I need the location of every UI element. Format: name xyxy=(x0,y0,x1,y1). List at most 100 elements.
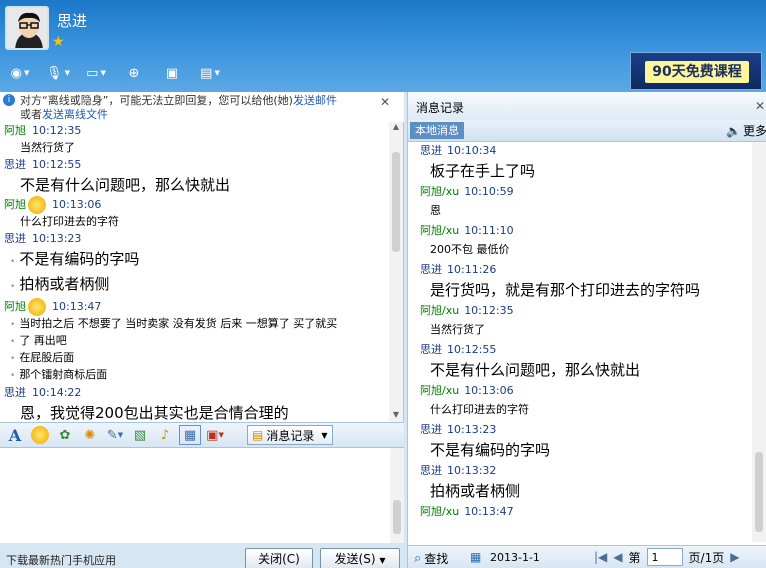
more-button[interactable]: 🔈 更多 xyxy=(726,122,766,139)
video-call-button[interactable]: ◉ ▼ xyxy=(4,62,36,84)
message-header: 阿旭 10:12:35 xyxy=(4,122,390,140)
send-button[interactable]: 发送(S) ▼ xyxy=(320,548,400,568)
promo-banner[interactable]: 90天免费课程 xyxy=(630,52,762,90)
music-icon[interactable]: ♪ xyxy=(154,425,176,445)
vibrate-icon[interactable]: ✺ xyxy=(79,425,101,445)
close-icon[interactable]: ✕ xyxy=(380,95,390,109)
history-scrollbar[interactable] xyxy=(752,142,766,542)
chevron-down-icon: ▼ xyxy=(321,430,328,440)
message-sender[interactable]: 阿旭/xu xyxy=(420,185,459,198)
message-time: 10:13:06 xyxy=(52,198,102,211)
screenshot-icon[interactable]: ▦ xyxy=(179,425,201,445)
history-message-header: 思进 10:10:34 xyxy=(420,142,753,159)
scroll-up-icon[interactable]: ▲ xyxy=(389,122,403,134)
calendar-icon[interactable]: ▦ xyxy=(470,550,481,564)
history-date[interactable]: 2013-1-1 xyxy=(490,551,540,564)
app-menu-button[interactable]: ▤ ▼ xyxy=(194,62,226,84)
message-sender[interactable]: 思进 xyxy=(420,343,442,356)
message-time: 10:12:35 xyxy=(464,304,514,317)
add-user-icon: ⊕ xyxy=(128,65,140,81)
font-icon[interactable]: A xyxy=(4,425,26,445)
message-sender[interactable]: 阿旭 xyxy=(4,300,26,313)
message-header: 阿旭 10:13:06 xyxy=(4,196,390,214)
close-icon[interactable]: ✕ xyxy=(755,99,765,113)
notice-text: 对方“离线或隐身”，可能无法立即回复，您可以给他(她) xyxy=(20,94,293,107)
scroll-thumb[interactable] xyxy=(393,500,401,534)
image-icon[interactable]: ▧ xyxy=(129,425,151,445)
history-message-header: 思进 10:13:32 xyxy=(420,462,753,479)
emoji-icon xyxy=(28,298,46,316)
message-sender[interactable]: 思进 xyxy=(420,423,442,436)
tab-local-messages[interactable]: 本地消息 xyxy=(410,122,464,139)
message-sender[interactable]: 思进 xyxy=(420,144,442,157)
prev-page-icon[interactable]: ◀ xyxy=(613,550,622,564)
add-contact-button[interactable]: ⊕ xyxy=(118,62,150,84)
message-text: 不是有编码的字吗 xyxy=(430,441,551,459)
chevron-down-icon: ▼ xyxy=(214,69,220,77)
emoji-icon xyxy=(28,196,46,214)
message-sender[interactable]: 思进 xyxy=(420,464,442,477)
message-time: 10:10:59 xyxy=(464,185,514,198)
chat-scrollbar[interactable]: ▲ ▼ xyxy=(389,122,403,422)
message-text: 不是有什么问题吧，那么快就出 xyxy=(20,176,231,194)
first-page-icon[interactable]: |◀ xyxy=(594,550,607,564)
message-input[interactable] xyxy=(0,448,404,543)
message-text: 不是有编码的字吗 xyxy=(4,248,390,273)
magic-emoji-icon[interactable]: ✿ xyxy=(54,425,76,445)
gift-icon[interactable]: ▣ ▼ xyxy=(204,425,226,445)
message-time: 10:10:34 xyxy=(447,144,497,157)
message-sender[interactable]: 思进 xyxy=(4,158,26,171)
message-sender[interactable]: 思进 xyxy=(420,263,442,276)
scroll-thumb[interactable] xyxy=(755,452,763,532)
message-time: 10:12:55 xyxy=(32,158,82,171)
next-page-icon[interactable]: ▶ xyxy=(730,550,739,564)
message-sender[interactable]: 阿旭/xu xyxy=(420,224,459,237)
scroll-down-icon[interactable]: ▼ xyxy=(389,410,403,422)
chat-pane: i 对方“离线或隐身”，可能无法立即回复，您可以给他(她)发送邮件 或者发送离线… xyxy=(0,92,404,422)
message-sender[interactable]: 阿旭/xu xyxy=(420,304,459,317)
message-sender[interactable]: 阿旭/xu xyxy=(420,384,459,397)
contact-avatar[interactable] xyxy=(5,6,49,50)
scrawl-icon[interactable]: ✎ ▼ xyxy=(104,425,126,445)
search-icon: ⌕ xyxy=(414,551,422,566)
window-header: 思进 ★ ◉ ▼ 🎙 ▼ ▭ ▼ ⊕ ▣ ▤ ▼ 90天免费课程 xyxy=(0,0,766,92)
send-offline-file-link[interactable]: 发送离线文件 xyxy=(42,108,108,121)
page-number-input[interactable] xyxy=(646,548,683,566)
chevron-down-icon[interactable]: ▼ xyxy=(379,556,385,565)
scroll-thumb[interactable] xyxy=(392,152,400,252)
top-toolbar: ◉ ▼ 🎙 ▼ ▭ ▼ ⊕ ▣ ▤ ▼ xyxy=(4,62,226,84)
remote-desktop-button[interactable]: ▣ xyxy=(156,62,188,84)
close-button[interactable]: 关闭(C) xyxy=(245,548,313,568)
contact-name: 思进 xyxy=(57,12,88,30)
history-title: 消息记录 xyxy=(416,101,465,115)
message-text: 在屁股后面 xyxy=(4,350,390,367)
mobile-app-link[interactable]: 下载最新热门手机应用 xyxy=(6,552,116,568)
message-record-button[interactable]: ▤ 消息记录 ▼ xyxy=(247,425,333,445)
chat-message-list: 阿旭 10:12:35 当然行货了 思进 10:12:55 不是有什么问题吧，那么快就出阿… xyxy=(0,122,390,422)
chevron-down-icon: ▼ xyxy=(23,69,30,77)
message-text: 恩，我觉得200包出其实也是合情合理的 xyxy=(20,404,289,422)
message-sender[interactable]: 阿旭 xyxy=(4,198,26,211)
search-button[interactable]: ⌕ 查找 xyxy=(414,550,448,567)
input-scrollbar[interactable] xyxy=(390,448,404,543)
camera-icon: ◉ xyxy=(10,65,22,81)
star-icon: ★ xyxy=(52,34,65,50)
message-sender[interactable]: 阿旭/xu xyxy=(420,505,459,518)
send-email-link[interactable]: 发送邮件 xyxy=(293,94,337,107)
message-sender[interactable]: 思进 xyxy=(4,232,26,245)
send-file-button[interactable]: ▭ ▼ xyxy=(80,62,112,84)
history-message-list: 思进 10:10:34 板子在手上了吗 阿旭/xu 10:10:59 恩阿旭/xu 10:1… xyxy=(408,142,753,542)
message-sender[interactable]: 阿旭 xyxy=(4,124,26,137)
folder-icon: ▭ xyxy=(86,65,99,81)
message-header: 思进 10:14:22 xyxy=(4,384,390,402)
message-time: 10:11:26 xyxy=(447,263,497,276)
message-sender[interactable]: 思进 xyxy=(4,386,26,399)
speaker-icon: 🔈 xyxy=(726,123,741,138)
record-icon: ▤ xyxy=(252,428,264,442)
message-time: 10:11:10 xyxy=(464,224,514,237)
message-text: 板子在手上了吗 xyxy=(430,162,536,180)
voice-call-button[interactable]: 🎙 ▼ xyxy=(42,62,74,84)
emoji-icon[interactable] xyxy=(29,425,51,445)
search-label: 查找 xyxy=(424,552,449,566)
history-message-header: 思进 10:11:26 xyxy=(420,261,753,278)
